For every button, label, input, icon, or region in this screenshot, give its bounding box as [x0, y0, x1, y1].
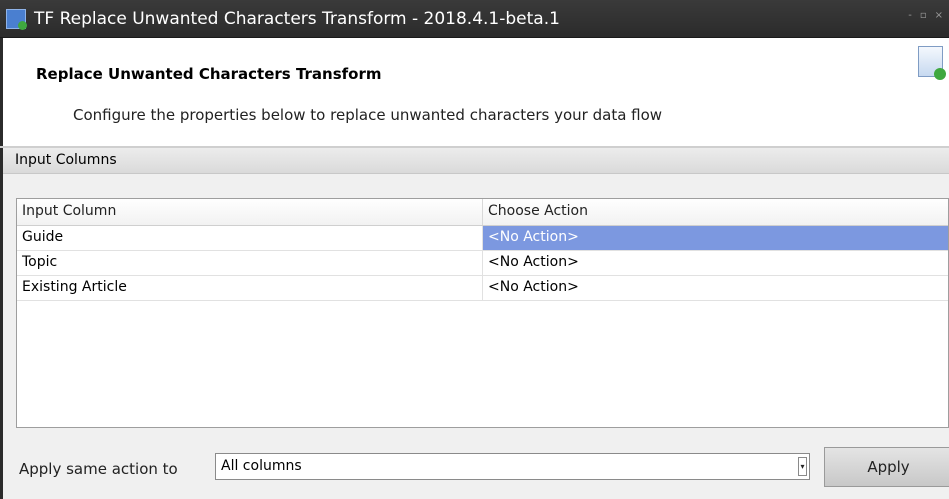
input-columns-panel: Input Columns Input Column Choose Action…: [0, 148, 949, 499]
apply-button[interactable]: Apply: [824, 447, 949, 487]
input-column-cell[interactable]: Topic: [17, 251, 482, 275]
table-row[interactable]: Existing Article <No Action>: [17, 276, 948, 301]
action-cell[interactable]: <No Action>: [482, 226, 948, 250]
close-button[interactable]: ×: [935, 10, 943, 21]
apply-target-combo[interactable]: All columns ▾: [215, 453, 810, 480]
title-bar[interactable]: TF Replace Unwanted Characters Transform…: [0, 0, 949, 38]
document-transform-icon: [918, 46, 946, 80]
grid-header-row: Input Column Choose Action: [17, 199, 948, 226]
input-column-cell[interactable]: Existing Article: [17, 276, 482, 300]
minimize-button[interactable]: -: [908, 10, 912, 21]
action-cell[interactable]: <No Action>: [482, 251, 948, 275]
input-column-cell[interactable]: Guide: [17, 226, 482, 250]
group-header-input-columns: Input Columns: [3, 148, 949, 174]
dropdown-arrow-icon[interactable]: ▾: [798, 457, 807, 476]
maximize-button[interactable]: ▫: [920, 10, 927, 21]
combo-value: All columns: [221, 458, 302, 474]
column-header-choose-action[interactable]: Choose Action: [482, 199, 948, 225]
action-cell[interactable]: <No Action>: [482, 276, 948, 300]
apply-same-action-label: Apply same action to: [19, 460, 178, 478]
columns-grid[interactable]: Input Column Choose Action Guide <No Act…: [16, 198, 949, 428]
transform-app-icon: [6, 8, 27, 30]
dialog-subtitle: Configure the properties below to replac…: [73, 106, 663, 124]
dialog-header: Replace Unwanted Characters Transform Co…: [0, 38, 949, 146]
column-header-input-column[interactable]: Input Column: [17, 199, 482, 225]
dialog-title: Replace Unwanted Characters Transform: [36, 65, 382, 83]
table-row[interactable]: Topic <No Action>: [17, 251, 948, 276]
table-row[interactable]: Guide <No Action>: [17, 226, 948, 251]
window-controls: - ▫ ×: [908, 10, 943, 21]
window-title: TF Replace Unwanted Characters Transform…: [34, 8, 560, 29]
